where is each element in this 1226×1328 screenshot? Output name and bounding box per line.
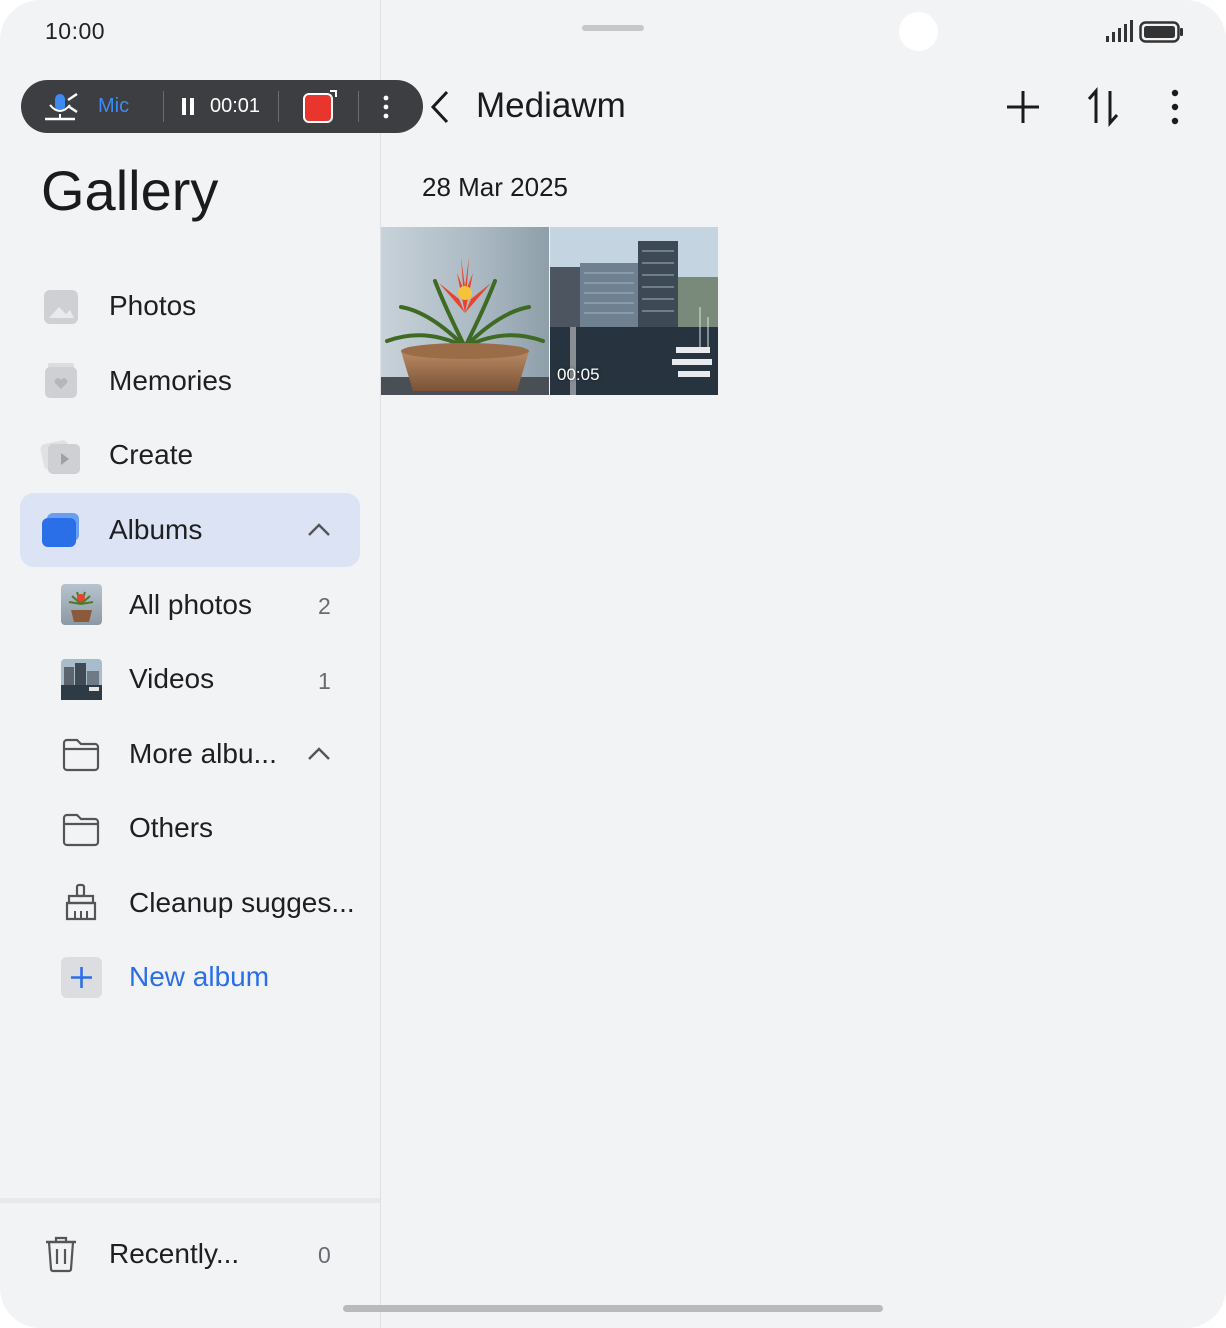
all-photos-thumbnail	[61, 584, 102, 625]
sidebar-divider	[0, 1198, 380, 1203]
memories-icon	[45, 363, 77, 398]
mic-label[interactable]: Mic	[98, 95, 129, 118]
chevron-up-icon[interactable]	[306, 521, 332, 539]
recorder-separator	[358, 91, 359, 122]
album-title: Mediawm	[476, 86, 626, 125]
albums-icon	[42, 513, 79, 547]
add-album-icon[interactable]	[61, 957, 102, 998]
drag-handle[interactable]	[582, 25, 644, 31]
sidebar-item-photos[interactable]: Photos	[109, 290, 196, 322]
recorder-more-icon[interactable]	[381, 94, 391, 122]
sidebar-item-memories[interactable]: Memories	[109, 365, 232, 397]
folder-icon	[62, 738, 100, 772]
sidebar-item-recently-deleted[interactable]: Recently...	[109, 1238, 239, 1270]
create-icon	[40, 440, 80, 474]
screen: 10:00 Mic 00:01 Gallery Photos Memories …	[0, 0, 1226, 1328]
recording-timer: 00:01	[210, 95, 261, 117]
mic-off-icon[interactable]	[42, 90, 80, 124]
stop-recording-icon[interactable]	[302, 89, 338, 125]
pane-divider	[380, 0, 381, 1328]
back-icon[interactable]	[429, 89, 453, 125]
album-others[interactable]: Others	[129, 812, 213, 844]
date-group-header: 28 Mar 2025	[422, 172, 568, 202]
video-duration: 00:05	[557, 365, 600, 384]
trash-icon	[46, 1236, 76, 1273]
recorder-separator	[278, 91, 279, 122]
signal-icon	[1106, 20, 1133, 42]
photo-thumbnail[interactable]	[381, 227, 549, 395]
pause-icon[interactable]	[180, 97, 196, 117]
album-cleanup-suggestions[interactable]: Cleanup sugges...	[129, 887, 355, 919]
status-time: 10:00	[45, 18, 106, 44]
add-icon[interactable]	[1005, 89, 1041, 125]
album-videos[interactable]: Videos	[129, 663, 214, 695]
chevron-up-icon[interactable]	[306, 745, 332, 763]
photos-icon	[44, 290, 78, 324]
new-album-link[interactable]: New album	[129, 961, 269, 993]
videos-thumbnail	[61, 659, 102, 700]
album-count: 1	[318, 668, 331, 694]
battery-icon	[1139, 21, 1183, 43]
app-title: Gallery	[41, 159, 219, 222]
sort-icon[interactable]	[1086, 87, 1122, 127]
sidebar-item-albums-label: Albums	[109, 514, 203, 545]
sidebar-item-create[interactable]: Create	[109, 439, 193, 471]
recorder-separator	[163, 91, 164, 122]
recently-deleted-count: 0	[318, 1242, 331, 1268]
home-indicator[interactable]	[343, 1305, 883, 1312]
album-count: 2	[318, 593, 331, 619]
camera-cutout	[899, 12, 938, 51]
more-options-icon[interactable]	[1167, 88, 1183, 126]
folder-icon	[62, 813, 100, 847]
album-more-albums[interactable]: More albu...	[129, 738, 277, 770]
broom-icon	[65, 883, 97, 921]
album-all-photos[interactable]: All photos	[129, 589, 252, 621]
